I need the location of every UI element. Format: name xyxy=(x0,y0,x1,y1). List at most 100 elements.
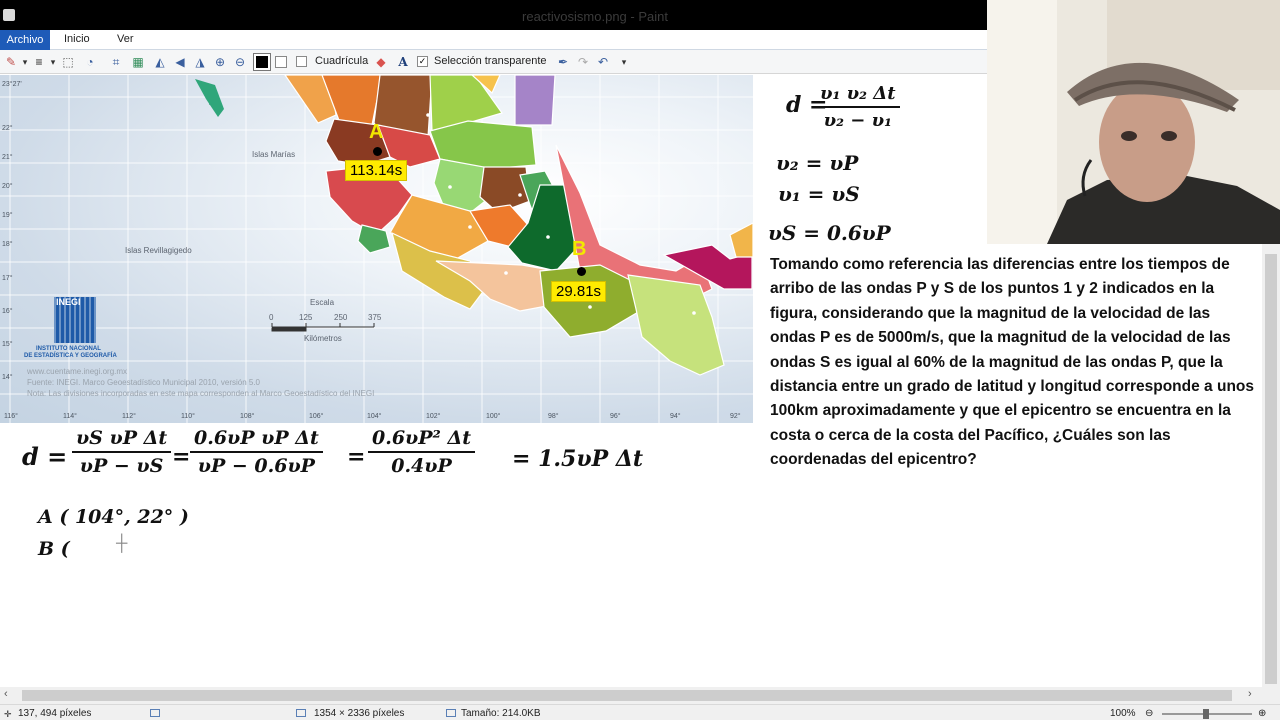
zoom-out-button[interactable]: ⊖ xyxy=(1145,708,1153,719)
eraser-icon[interactable]: ◆ xyxy=(373,54,389,70)
longitude-label: 106° xyxy=(309,413,324,420)
longitude-label: 114° xyxy=(63,413,77,420)
latitude-label: 18° xyxy=(2,241,13,248)
coordinate-b: B ( xyxy=(38,538,70,560)
zoom-out-icon[interactable]: ⊖ xyxy=(232,54,248,70)
scale-tick: 0 xyxy=(269,313,274,322)
presenter-video xyxy=(987,0,1280,244)
color-picker-palette-icon[interactable]: ▦ xyxy=(130,54,146,70)
fraction-denominator: υ₂ − υ₁ xyxy=(823,110,892,131)
longitude-label: 92° xyxy=(730,413,741,420)
point-a-time: 113.14s xyxy=(345,160,408,181)
longitude-label: 98° xyxy=(548,413,559,420)
tab-ver[interactable]: Ver xyxy=(117,33,134,45)
undo-icon[interactable]: ↶ xyxy=(595,54,611,70)
latitude-label: 16° xyxy=(2,308,13,315)
flip-vertical-icon[interactable]: ◮ xyxy=(192,54,208,70)
longitude-label: 102° xyxy=(426,413,441,420)
coordinate-a: A ( 104°, 22° ) xyxy=(38,506,189,528)
color-2-swatch[interactable] xyxy=(275,56,287,68)
longitude-label: 112° xyxy=(122,413,136,420)
fraction-2: 0.6υP υP Δt υP − 0.6υP xyxy=(190,427,323,477)
zoom-level: 100% xyxy=(1110,708,1136,719)
point-a-marker xyxy=(373,147,382,156)
vs-equation: υS = 0.6υP xyxy=(768,221,891,245)
file-size: Tamaño: 214.0KB xyxy=(461,708,541,719)
crosshair-cursor-icon: ┼ xyxy=(116,535,128,552)
v2-equation: υ₂ = υP xyxy=(776,151,859,175)
scroll-right-icon[interactable]: › xyxy=(1248,688,1252,700)
inegi-subtitle: INSTITUTO NACIONAL xyxy=(36,346,101,352)
horizontal-scrollbar[interactable]: ‹ › xyxy=(0,687,1262,704)
image-size-icon xyxy=(296,709,306,717)
point-b-marker xyxy=(577,267,586,276)
zoom-slider-thumb[interactable] xyxy=(1203,709,1209,719)
revillagigedo-label: Islas Revillagigedo xyxy=(125,246,192,255)
latitude-label: 17° xyxy=(2,275,13,282)
gridlines-checkbox[interactable] xyxy=(296,56,307,67)
tab-archivo[interactable]: Archivo xyxy=(0,30,50,50)
result-expression: = 1.5υP Δt xyxy=(512,446,644,472)
problem-statement: Tomando como referencia las diferencias … xyxy=(770,256,1254,469)
ribbon-tabs: Archivo Inicio Ver xyxy=(0,30,990,50)
fraction-1: υS υP Δt υP − υS xyxy=(72,427,172,477)
longitude-label: 96° xyxy=(610,413,621,420)
paint-window: reactivosismo.png - Paint Archivo Inicio… xyxy=(0,0,1280,720)
tab-inicio[interactable]: Inicio xyxy=(64,33,90,45)
distance-formula-fraction: υ₁ υ₂ Δt υ₂ − υ₁ xyxy=(816,83,900,131)
customize-toolbar-icon[interactable]: ▾ xyxy=(616,54,632,70)
vertical-scrollbar[interactable] xyxy=(1262,244,1280,704)
scroll-left-icon[interactable]: ‹ xyxy=(4,688,8,700)
file-size-icon xyxy=(446,709,456,717)
v1-equation: υ₁ = υS xyxy=(778,182,860,206)
latitude-label: 23°27' xyxy=(2,81,22,88)
cursor-position-icon: ✛ xyxy=(4,709,12,719)
map-credit: Fuente: INEGI. Marco Geoestadístico Muni… xyxy=(27,378,261,387)
fraction-denominator: 0.4υP xyxy=(391,455,452,477)
fraction-numerator: υ₁ υ₂ Δt xyxy=(816,83,900,108)
longitude-label: 110° xyxy=(181,413,195,420)
color-1-swatch[interactable] xyxy=(253,53,271,71)
fraction-numerator: υS υP Δt xyxy=(72,427,172,453)
latitude-label: 14° xyxy=(2,374,13,381)
fraction-denominator: υP − υS xyxy=(79,455,164,477)
webcam-overlay xyxy=(987,0,1280,244)
equals-sign: = xyxy=(347,444,366,470)
point-a-letter: A xyxy=(369,121,384,143)
zoom-in-button[interactable]: ⊕ xyxy=(1258,708,1266,719)
fraction-numerator: 0.6υP² Δt xyxy=(368,427,475,453)
fraction-3: 0.6υP² Δt 0.4υP xyxy=(368,427,475,477)
flip-horizontal-icon[interactable]: ◭ xyxy=(152,54,168,70)
longitude-label: 100° xyxy=(486,413,501,420)
crop-icon[interactable]: ⌗ xyxy=(108,54,124,70)
image-dimensions: 1354 × 2336 píxeles xyxy=(314,708,405,719)
latitude-label: 22° xyxy=(2,125,13,132)
scale-tick: 125 xyxy=(299,313,313,322)
status-bar: ✛ 137, 494 píxeles 1354 × 2336 píxeles T… xyxy=(0,704,1280,720)
scale-tick: 375 xyxy=(368,313,382,322)
size-dropdown-icon[interactable]: ▾ xyxy=(45,54,61,70)
gridlines-label: Cuadrícula xyxy=(315,55,369,67)
transparent-selection-label: Selección transparente xyxy=(434,55,547,67)
fraction-numerator: 0.6υP υP Δt xyxy=(190,427,323,453)
mexico-map: 23°27' 22° 21° 20° 19° 18° 17° 16° 15° 1… xyxy=(0,75,753,423)
main-d-lhs: d = xyxy=(22,442,68,471)
shapes-icon[interactable]: ◔ xyxy=(82,54,98,70)
eyedropper-icon[interactable]: ✒ xyxy=(555,54,571,70)
latitude-label: 21° xyxy=(2,154,13,161)
inegi-subtitle: DE ESTADÍSTICA Y GEOGRAFÍA xyxy=(24,353,117,359)
transparent-selection-checkbox[interactable]: ✓ xyxy=(417,56,428,67)
equals-sign: = xyxy=(172,444,191,470)
map-credit: Nota: Las divisiones incorporadas en est… xyxy=(27,389,375,398)
vertical-scroll-thumb[interactable] xyxy=(1265,254,1277,684)
horizontal-scroll-thumb[interactable] xyxy=(22,690,1232,701)
longitude-label: 94° xyxy=(670,413,681,420)
point-b-time: 29.81s xyxy=(551,281,607,302)
longitude-label: 104° xyxy=(367,413,382,420)
point-b-letter: B xyxy=(572,238,587,260)
text-tool-icon[interactable]: A xyxy=(395,54,411,70)
rotate-icon[interactable]: ◀ xyxy=(172,54,188,70)
redo-icon[interactable]: ↷ xyxy=(575,54,591,70)
zoom-in-icon[interactable]: ⊕ xyxy=(212,54,228,70)
select-rectangle-icon[interactable]: ⬚ xyxy=(60,54,76,70)
